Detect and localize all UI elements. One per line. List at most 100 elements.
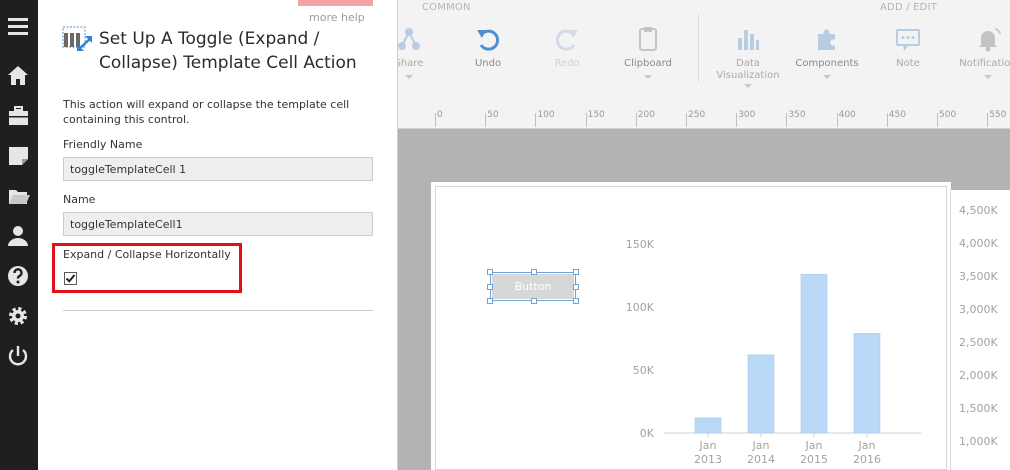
- resize-handle-top-right[interactable]: [573, 269, 579, 275]
- name-label: Name: [63, 193, 96, 206]
- y-tick-label: 100K: [626, 301, 655, 314]
- puzzle-icon: [818, 29, 835, 50]
- y-tick-label: 3,500K: [959, 270, 998, 283]
- resize-handle-left[interactable]: [487, 284, 493, 290]
- ruler-tick-line: [485, 113, 487, 127]
- x-tick-label-year: 2016: [853, 453, 881, 466]
- share-label: Share: [398, 58, 424, 69]
- designer-workspace: COMMON ADD / EDIT Share Undo: [398, 0, 1010, 470]
- redo-icon: [555, 29, 578, 51]
- y-tick-label: 50K: [633, 364, 655, 377]
- ruler-tick-line: [736, 113, 738, 127]
- ruler-tick-line: [836, 113, 838, 127]
- dashboard-panel-secondary[interactable]: 4,500K 4,000K 3,500K 3,000K 2,500K 2,000K 1,50…: [950, 190, 1010, 470]
- ribbon-group-common: COMMON: [422, 2, 471, 13]
- notification-dropdown-icon: [984, 75, 992, 79]
- ruler-tick-label: 250: [688, 110, 706, 120]
- x-tick-label-month: Jan: [805, 439, 823, 452]
- bar: [800, 273, 828, 434]
- bar-chart-secondary: 4,500K 4,000K 3,500K 3,000K 2,500K 2,000K 1,50…: [959, 204, 998, 448]
- ribbon-group-add-edit: ADD / EDIT: [880, 2, 938, 13]
- toggle-template-cell-icon: [62, 26, 92, 51]
- notification-button[interactable]: Notification: [953, 22, 1010, 100]
- friendly-name-label: Friendly Name: [63, 138, 143, 151]
- bar-chart-icon: [738, 30, 759, 50]
- briefcase-icon[interactable]: [7, 104, 31, 128]
- dashboard-panel[interactable]: 0K 50K 100K 150K Jan 2013 Jan 2014 Jan 2015 Jan 201…: [435, 186, 947, 470]
- x-tick-label-month: Jan: [752, 439, 770, 452]
- gear-icon[interactable]: [7, 304, 31, 328]
- redo-label: Redo: [554, 58, 580, 69]
- bar: [747, 354, 775, 434]
- panel-title: Set Up A Toggle (Expand / Collapse) Temp…: [99, 29, 357, 73]
- ribbon-toolbar: COMMON ADD / EDIT Share Undo: [398, 0, 1010, 103]
- data-visualization-label: Data Visualization: [713, 58, 783, 82]
- ruler-tick-label: 50: [487, 110, 499, 120]
- y-tick-label: 150K: [626, 238, 655, 251]
- ruler-tick-label: 500: [939, 110, 957, 120]
- friendly-name-input[interactable]: [63, 157, 373, 181]
- close-panel-button[interactable]: [298, 0, 373, 6]
- user-icon[interactable]: [7, 224, 31, 248]
- name-input[interactable]: [63, 212, 373, 236]
- hamburger-menu-icon[interactable]: [7, 15, 31, 39]
- x-tick-label-month: Jan: [858, 439, 876, 452]
- ruler-tick-label: 350: [788, 110, 806, 120]
- more-help-link[interactable]: more help: [309, 11, 365, 24]
- resize-handle-bottom-right[interactable]: [573, 298, 579, 304]
- undo-button[interactable]: Undo: [453, 22, 523, 100]
- ruler-tick-line: [535, 113, 537, 127]
- redo-button[interactable]: Redo: [532, 22, 602, 100]
- note-page-icon[interactable]: [7, 144, 31, 168]
- ruler-tick-line: [786, 113, 788, 127]
- ruler-tick-line: [937, 113, 938, 127]
- y-tick-label: 0K: [640, 427, 655, 440]
- folder-open-icon[interactable]: [7, 184, 31, 208]
- data-visualization-button[interactable]: Data Visualization: [713, 22, 783, 100]
- ruler-tick-line: [886, 113, 888, 127]
- ruler-tick-label: 550: [989, 110, 1007, 120]
- undo-icon: [477, 29, 500, 51]
- bell-icon: [979, 28, 1001, 52]
- share-button[interactable]: Share: [398, 22, 444, 100]
- y-tick-label: 3,000K: [959, 303, 998, 316]
- components-button[interactable]: Components: [792, 22, 862, 100]
- home-icon[interactable]: [7, 64, 31, 88]
- undo-label: Undo: [474, 58, 502, 69]
- resize-handle-top-left[interactable]: [487, 269, 493, 275]
- data-visualization-label-line1: Data: [736, 58, 760, 69]
- clipboard-button[interactable]: Clipboard: [613, 22, 683, 100]
- help-icon[interactable]: [7, 264, 31, 288]
- resize-handle-bottom-left[interactable]: [487, 298, 493, 304]
- data-visualization-label-line2: Visualization: [716, 70, 780, 81]
- x-tick-label-year: 2013: [694, 453, 722, 466]
- resize-handle-top[interactable]: [531, 269, 537, 275]
- power-icon[interactable]: [7, 344, 31, 368]
- highlight-box: [52, 243, 242, 293]
- notification-label: Notification: [959, 58, 1010, 69]
- ruler-tick-line: [635, 113, 637, 127]
- panel-description: This action will expand or collapse the …: [63, 98, 350, 126]
- ruler-tick-line: [585, 113, 587, 127]
- ruler-tick-label: 400: [838, 110, 856, 120]
- horizontal-ruler: 0 50 100 150 200 250 300 350 400 450 500 550: [398, 103, 1010, 129]
- resize-handle-bottom[interactable]: [531, 298, 537, 304]
- clipboard-label: Clipboard: [624, 58, 672, 69]
- y-tick-label: 1,000K: [959, 435, 998, 448]
- y-tick-label: 2,500K: [959, 336, 998, 349]
- y-tick-label: 4,500K: [959, 204, 998, 217]
- ruler-tick-line: [686, 113, 687, 127]
- x-tick-label-month: Jan: [699, 439, 717, 452]
- x-tick-label-year: 2015: [800, 453, 828, 466]
- y-tick-label: 4,000K: [959, 237, 998, 250]
- share-icon: [398, 28, 420, 50]
- button-control-label: Button: [492, 274, 574, 299]
- note-button[interactable]: Note: [873, 22, 943, 100]
- bar: [694, 417, 722, 434]
- left-navigation-bar: [0, 0, 38, 470]
- selected-button-control[interactable]: Button: [487, 269, 579, 304]
- resize-handle-right[interactable]: [573, 284, 579, 290]
- share-dropdown-icon: [405, 75, 413, 79]
- components-label: Components: [795, 58, 859, 69]
- ruler-tick-label: 100: [537, 110, 555, 120]
